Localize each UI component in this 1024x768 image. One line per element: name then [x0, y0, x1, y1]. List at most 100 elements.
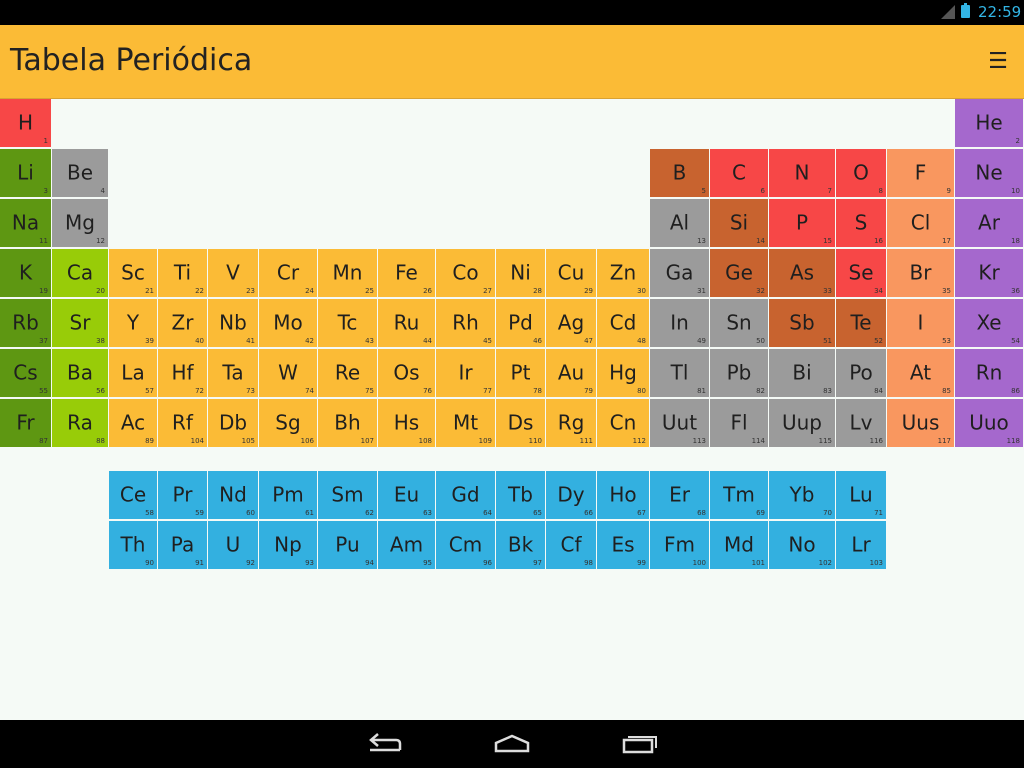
element-dy[interactable]: Dy 66: [546, 471, 596, 519]
element-fm[interactable]: Fm 100: [650, 521, 709, 569]
element-rg[interactable]: Rg 111: [546, 399, 596, 447]
element-pa[interactable]: Pa 91: [158, 521, 207, 569]
element-pb[interactable]: Pb 82: [710, 349, 768, 397]
element-ga[interactable]: Ga 31: [650, 249, 709, 297]
element-cu[interactable]: Cu 29: [546, 249, 596, 297]
element-fr[interactable]: Fr 87: [0, 399, 51, 447]
element-cf[interactable]: Cf 98: [546, 521, 596, 569]
element-xe[interactable]: Xe 54: [955, 299, 1023, 347]
back-icon[interactable]: [362, 728, 406, 760]
element-ne[interactable]: Ne 10: [955, 149, 1023, 197]
element-nb[interactable]: Nb 41: [208, 299, 258, 347]
element-si[interactable]: Si 14: [710, 199, 768, 247]
element-eu[interactable]: Eu 63: [378, 471, 435, 519]
element-ir[interactable]: Ir 77: [436, 349, 495, 397]
element-at[interactable]: At 85: [887, 349, 954, 397]
element-sm[interactable]: Sm 62: [318, 471, 377, 519]
element-fe[interactable]: Fe 26: [378, 249, 435, 297]
element-ag[interactable]: Ag 47: [546, 299, 596, 347]
element-se[interactable]: Se 34: [836, 249, 886, 297]
element-au[interactable]: Au 79: [546, 349, 596, 397]
element-ba[interactable]: Ba 56: [52, 349, 108, 397]
element-hf[interactable]: Hf 72: [158, 349, 207, 397]
element-uuo[interactable]: Uuo 118: [955, 399, 1023, 447]
element-cs[interactable]: Cs 55: [0, 349, 51, 397]
element-tm[interactable]: Tm 69: [710, 471, 768, 519]
element-md[interactable]: Md 101: [710, 521, 768, 569]
element-bk[interactable]: Bk 97: [496, 521, 545, 569]
element-re[interactable]: Re 75: [318, 349, 377, 397]
element-os[interactable]: Os 76: [378, 349, 435, 397]
element-rh[interactable]: Rh 45: [436, 299, 495, 347]
element-sn[interactable]: Sn 50: [710, 299, 768, 347]
element-hg[interactable]: Hg 80: [597, 349, 649, 397]
recent-apps-icon[interactable]: [618, 728, 662, 760]
element-sc[interactable]: Sc 21: [109, 249, 157, 297]
element-be[interactable]: Be 4: [52, 149, 108, 197]
element-cm[interactable]: Cm 96: [436, 521, 495, 569]
element-p[interactable]: P 15: [769, 199, 835, 247]
element-yb[interactable]: Yb 70: [769, 471, 835, 519]
element-br[interactable]: Br 35: [887, 249, 954, 297]
element-gd[interactable]: Gd 64: [436, 471, 495, 519]
element-v[interactable]: V 23: [208, 249, 258, 297]
element-sg[interactable]: Sg 106: [259, 399, 317, 447]
element-te[interactable]: Te 52: [836, 299, 886, 347]
element-uup[interactable]: Uup 115: [769, 399, 835, 447]
element-ce[interactable]: Ce 58: [109, 471, 157, 519]
element-rb[interactable]: Rb 37: [0, 299, 51, 347]
element-k[interactable]: K 19: [0, 249, 51, 297]
element-uut[interactable]: Uut 113: [650, 399, 709, 447]
element-ru[interactable]: Ru 44: [378, 299, 435, 347]
element-he[interactable]: He 2: [955, 99, 1023, 147]
element-ta[interactable]: Ta 73: [208, 349, 258, 397]
element-pr[interactable]: Pr 59: [158, 471, 207, 519]
element-pm[interactable]: Pm 61: [259, 471, 317, 519]
element-bh[interactable]: Bh 107: [318, 399, 377, 447]
element-tb[interactable]: Tb 65: [496, 471, 545, 519]
element-rn[interactable]: Rn 86: [955, 349, 1023, 397]
element-bi[interactable]: Bi 83: [769, 349, 835, 397]
element-ra[interactable]: Ra 88: [52, 399, 108, 447]
element-tc[interactable]: Tc 43: [318, 299, 377, 347]
element-al[interactable]: Al 13: [650, 199, 709, 247]
element-mo[interactable]: Mo 42: [259, 299, 317, 347]
element-i[interactable]: I 53: [887, 299, 954, 347]
element-ac[interactable]: Ac 89: [109, 399, 157, 447]
element-ni[interactable]: Ni 28: [496, 249, 545, 297]
element-th[interactable]: Th 90: [109, 521, 157, 569]
element-ds[interactable]: Ds 110: [496, 399, 545, 447]
element-o[interactable]: O8: [836, 149, 886, 197]
element-am[interactable]: Am 95: [378, 521, 435, 569]
element-pd[interactable]: Pd 46: [496, 299, 545, 347]
element-mn[interactable]: Mn 25: [318, 249, 377, 297]
element-zn[interactable]: Zn 30: [597, 249, 649, 297]
element-b[interactable]: B5: [650, 149, 709, 197]
element-uus[interactable]: Uus 117: [887, 399, 954, 447]
element-as[interactable]: As 33: [769, 249, 835, 297]
element-ar[interactable]: Ar 18: [955, 199, 1023, 247]
element-co[interactable]: Co 27: [436, 249, 495, 297]
element-nd[interactable]: Nd 60: [208, 471, 258, 519]
element-mt[interactable]: Mt 109: [436, 399, 495, 447]
element-tl[interactable]: Tl 81: [650, 349, 709, 397]
home-icon[interactable]: [490, 728, 534, 760]
element-in[interactable]: In 49: [650, 299, 709, 347]
element-c[interactable]: C6: [710, 149, 768, 197]
element-sr[interactable]: Sr 38: [52, 299, 108, 347]
element-ho[interactable]: Ho 67: [597, 471, 649, 519]
element-y[interactable]: Y 39: [109, 299, 157, 347]
element-ti[interactable]: Ti 22: [158, 249, 207, 297]
element-ca[interactable]: Ca 20: [52, 249, 108, 297]
element-h[interactable]: H1: [0, 99, 51, 147]
element-sb[interactable]: Sb 51: [769, 299, 835, 347]
element-w[interactable]: W 74: [259, 349, 317, 397]
element-la[interactable]: La 57: [109, 349, 157, 397]
element-pu[interactable]: Pu 94: [318, 521, 377, 569]
element-lv[interactable]: Lv 116: [836, 399, 886, 447]
element-cn[interactable]: Cn 112: [597, 399, 649, 447]
element-db[interactable]: Db 105: [208, 399, 258, 447]
element-es[interactable]: Es 99: [597, 521, 649, 569]
element-mg[interactable]: Mg 12: [52, 199, 108, 247]
element-u[interactable]: U 92: [208, 521, 258, 569]
